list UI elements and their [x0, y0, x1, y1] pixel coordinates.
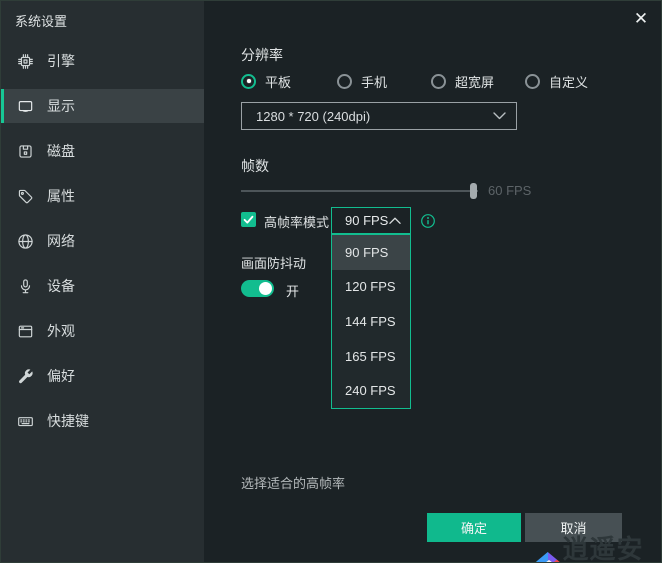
anti-shake-label: 画面防抖动 [241, 253, 306, 272]
watermark: 逍遥安卓 [535, 529, 661, 563]
resolution-select[interactable]: 1280 * 720 (240dpi) [241, 102, 517, 130]
fps-option[interactable]: 240 FPS [332, 373, 410, 408]
high-fps-label: 高帧率模式 [264, 212, 329, 231]
checkmark-icon [243, 214, 254, 225]
anti-shake-state: 开 [286, 281, 299, 300]
sidebar-item-network[interactable]: 网络 [1, 224, 204, 258]
framerate-label: 帧数 [241, 156, 269, 176]
sidebar-item-label: 设备 [47, 276, 75, 296]
fps-option[interactable]: 144 FPS [332, 304, 410, 339]
fps-select[interactable]: 90 FPS [331, 207, 411, 234]
brand-pentagon-icon [535, 552, 561, 563]
sidebar-item-label: 网络 [47, 231, 75, 251]
radio-label: 平板 [265, 72, 291, 91]
window-title: 系统设置 [15, 11, 67, 30]
sidebar-item-label: 显示 [47, 96, 75, 116]
keyboard-icon [17, 413, 34, 430]
radio-phone[interactable]: 手机 [337, 72, 387, 90]
sidebar-item-device[interactable]: 设备 [1, 269, 204, 303]
monitor-icon [17, 98, 34, 115]
sidebar-item-appearance[interactable]: 外观 [1, 314, 204, 348]
close-icon[interactable]: ✕ [629, 7, 653, 31]
info-icon[interactable] [420, 213, 436, 229]
chevron-up-icon [389, 217, 401, 225]
radio-label: 手机 [361, 72, 387, 91]
chevron-down-icon [493, 112, 506, 120]
chip-icon [17, 53, 34, 70]
microphone-icon [17, 278, 34, 295]
fps-dropdown-list: 90 FPS 120 FPS 144 FPS 165 FPS 240 FPS [331, 234, 411, 409]
framerate-slider-handle[interactable] [470, 183, 477, 199]
sidebar: 系统设置 引擎 显示 磁盘 属性 网络 设备 外观 [1, 1, 204, 562]
window-icon [17, 323, 34, 340]
sidebar-item-preferences[interactable]: 偏好 [1, 359, 204, 393]
resolution-select-value: 1280 * 720 (240dpi) [256, 109, 493, 124]
sidebar-item-label: 偏好 [47, 366, 75, 386]
sidebar-item-label: 引擎 [47, 51, 75, 71]
radio-label: 超宽屏 [455, 72, 494, 91]
radio-ultrawide[interactable]: 超宽屏 [431, 72, 494, 90]
sidebar-item-properties[interactable]: 属性 [1, 179, 204, 213]
radio-custom[interactable]: 自定义 [525, 72, 588, 90]
high-fps-checkbox[interactable] [241, 212, 256, 227]
sidebar-item-label: 外观 [47, 321, 75, 341]
sidebar-item-label: 磁盘 [47, 141, 75, 161]
wrench-icon [17, 368, 34, 385]
hint-text: 选择适合的高帧率 [241, 473, 345, 492]
settings-window: 系统设置 引擎 显示 磁盘 属性 网络 设备 外观 [0, 0, 662, 563]
radio-selected-icon [241, 74, 256, 89]
ok-button[interactable]: 确定 [427, 513, 521, 542]
fps-option[interactable]: 165 FPS [332, 339, 410, 374]
fps-option[interactable]: 120 FPS [332, 270, 410, 305]
globe-icon [17, 233, 34, 250]
radio-icon [525, 74, 540, 89]
radio-tablet[interactable]: 平板 [241, 72, 291, 90]
sidebar-item-shortcuts[interactable]: 快捷键 [1, 404, 204, 438]
sidebar-item-disk[interactable]: 磁盘 [1, 134, 204, 168]
tag-icon [17, 188, 34, 205]
fps-option[interactable]: 90 FPS [332, 235, 410, 270]
sidebar-item-display[interactable]: 显示 [1, 89, 204, 123]
radio-label: 自定义 [549, 72, 588, 91]
resolution-label: 分辨率 [241, 45, 283, 65]
radio-icon [337, 74, 352, 89]
sidebar-item-engine[interactable]: 引擎 [1, 44, 204, 78]
fps-select-value: 90 FPS [345, 213, 389, 228]
sidebar-item-label: 属性 [47, 186, 75, 206]
brand-name: 逍遥安卓 [563, 529, 661, 563]
anti-shake-toggle[interactable] [241, 280, 274, 297]
floppy-icon [17, 143, 34, 160]
sidebar-item-label: 快捷键 [47, 411, 89, 431]
framerate-slider-track[interactable] [241, 190, 478, 192]
radio-icon [431, 74, 446, 89]
framerate-slider-value: 60 FPS [488, 183, 531, 198]
